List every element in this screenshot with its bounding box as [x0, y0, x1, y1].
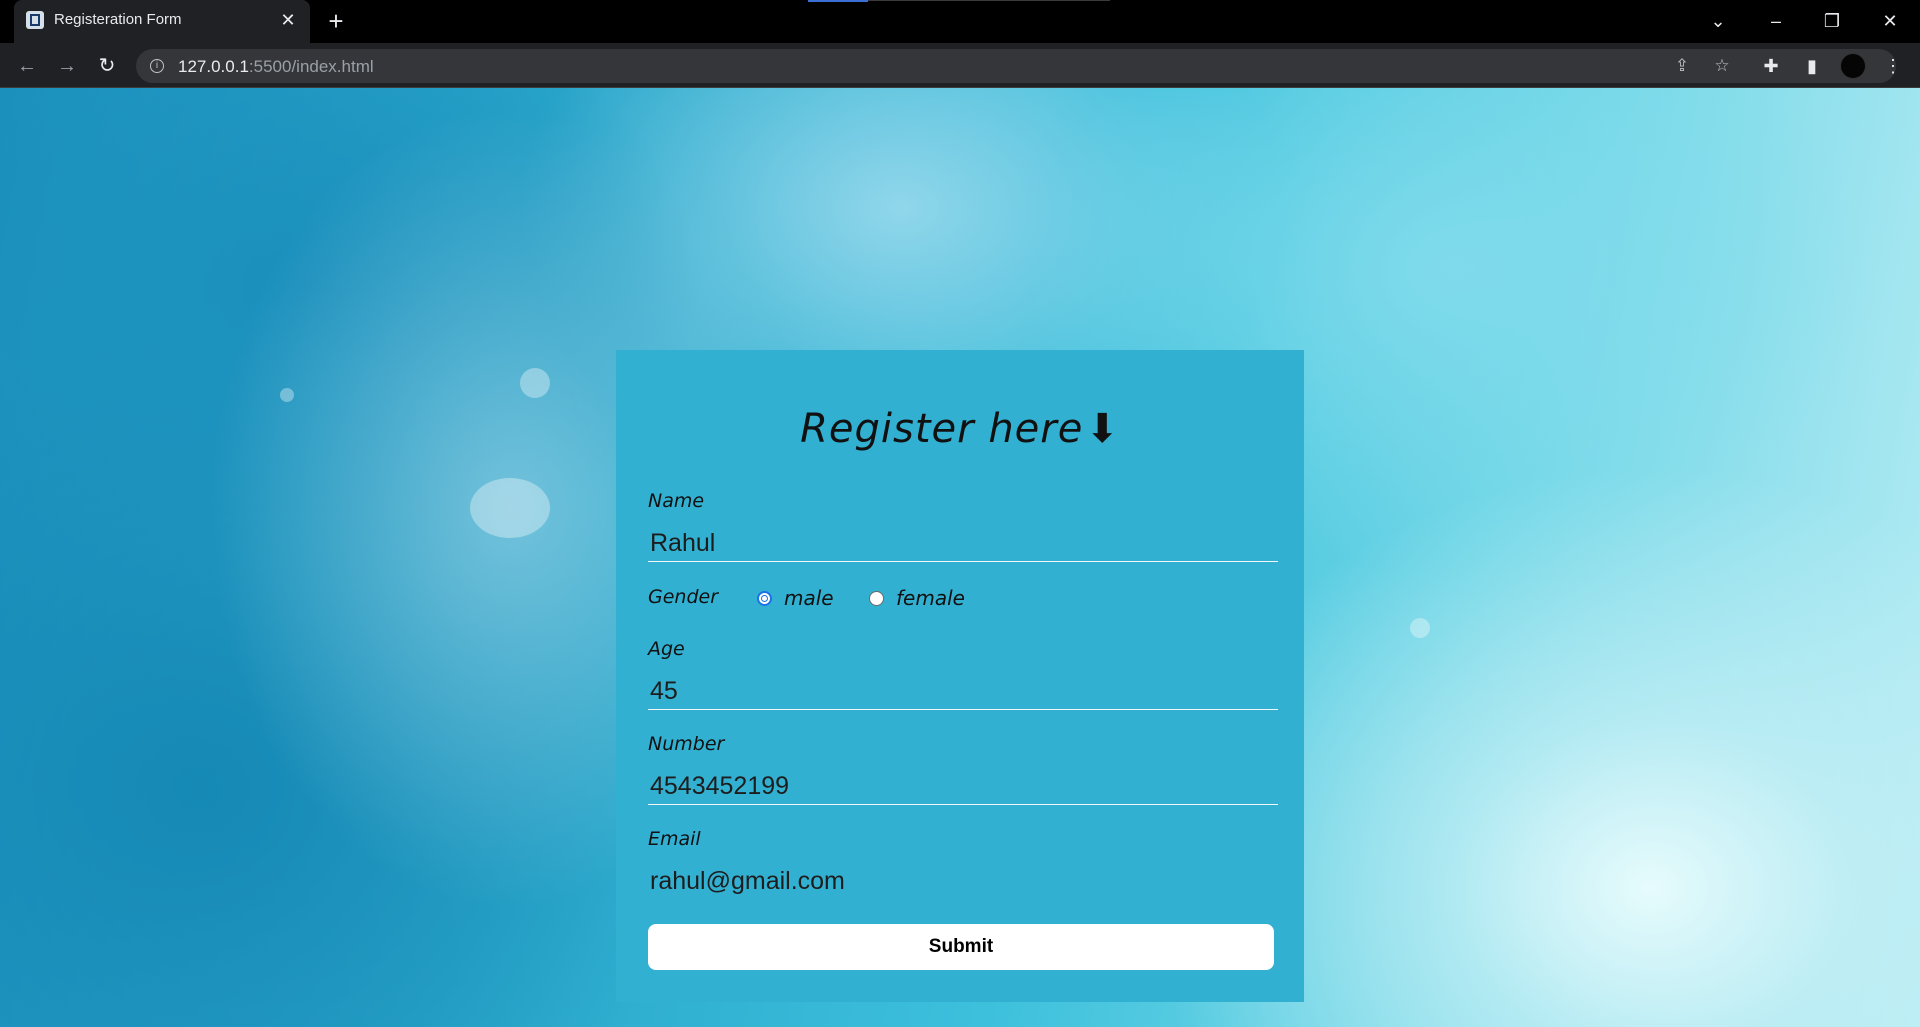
gender-female-label[interactable]: female [896, 586, 965, 610]
tab-strip-divider [868, 0, 1110, 1]
page-background: Register here⬇ Name Rahul Gender male fe… [0, 88, 1920, 1027]
browser-tab[interactable]: Registeration Form ✕ [14, 0, 310, 43]
close-tab-icon[interactable]: ✕ [276, 8, 300, 32]
form-title-text: Register here [800, 406, 1084, 452]
age-label: Age [648, 638, 685, 660]
side-panel-icon[interactable]: ▮ [1797, 51, 1827, 81]
gender-male-label[interactable]: male [784, 586, 834, 610]
down-arrow-icon: ⬇ [1085, 406, 1120, 452]
minimize-icon[interactable]: – [1756, 6, 1796, 36]
restore-icon[interactable]: ❐ [1812, 6, 1852, 36]
profile-avatar[interactable] [1840, 53, 1866, 79]
gender-male-radio[interactable] [757, 591, 772, 606]
gender-label: Gender [648, 586, 719, 608]
url-host: 127.0.0.1 [178, 57, 249, 76]
menu-icon[interactable]: ⋮ [1878, 51, 1908, 81]
browser-tab-strip: Registeration Form ✕ + ⌄ – ❐ ✕ [0, 0, 1920, 43]
form-title: Register here⬇ [616, 406, 1304, 452]
new-tab-icon[interactable]: + [322, 8, 350, 36]
browser-toolbar: ← → ↻ i 127.0.0.1:5500/index.html ⇪ ☆ ✚ … [0, 43, 1920, 88]
tab-strip-indicator [808, 0, 868, 2]
url-path: :5500/index.html [248, 57, 374, 76]
number-label: Number [648, 733, 725, 755]
address-bar[interactable]: i 127.0.0.1:5500/index.html ⇪ ☆ [136, 49, 1896, 83]
registration-form: Register here⬇ Name Rahul Gender male fe… [616, 350, 1304, 1002]
tab-title: Registeration Form [54, 11, 182, 28]
age-input[interactable]: 45 [648, 672, 1278, 710]
email-input[interactable]: rahul@gmail.com [648, 862, 1278, 900]
url-text[interactable]: 127.0.0.1:5500/index.html [178, 57, 374, 77]
name-input[interactable]: Rahul [648, 524, 1278, 562]
background-splash [1410, 618, 1430, 638]
reload-icon[interactable]: ↻ [92, 51, 122, 81]
number-input[interactable]: 4543452199 [648, 767, 1278, 805]
gender-female-radio[interactable] [869, 591, 884, 606]
submit-button[interactable]: Submit [648, 924, 1274, 970]
page-favicon-icon [26, 11, 44, 29]
share-icon[interactable]: ⇪ [1670, 54, 1694, 78]
background-splash [520, 368, 550, 398]
email-label: Email [648, 828, 701, 850]
name-label: Name [648, 490, 705, 512]
extensions-icon[interactable]: ✚ [1756, 51, 1786, 81]
tab-search-icon[interactable]: ⌄ [1698, 6, 1738, 36]
close-window-icon[interactable]: ✕ [1870, 6, 1910, 36]
background-splash [280, 388, 294, 402]
bookmark-star-icon[interactable]: ☆ [1710, 54, 1734, 78]
forward-icon[interactable]: → [52, 51, 82, 81]
back-icon[interactable]: ← [12, 51, 42, 81]
background-splash [470, 478, 550, 538]
site-info-icon[interactable]: i [150, 59, 164, 73]
